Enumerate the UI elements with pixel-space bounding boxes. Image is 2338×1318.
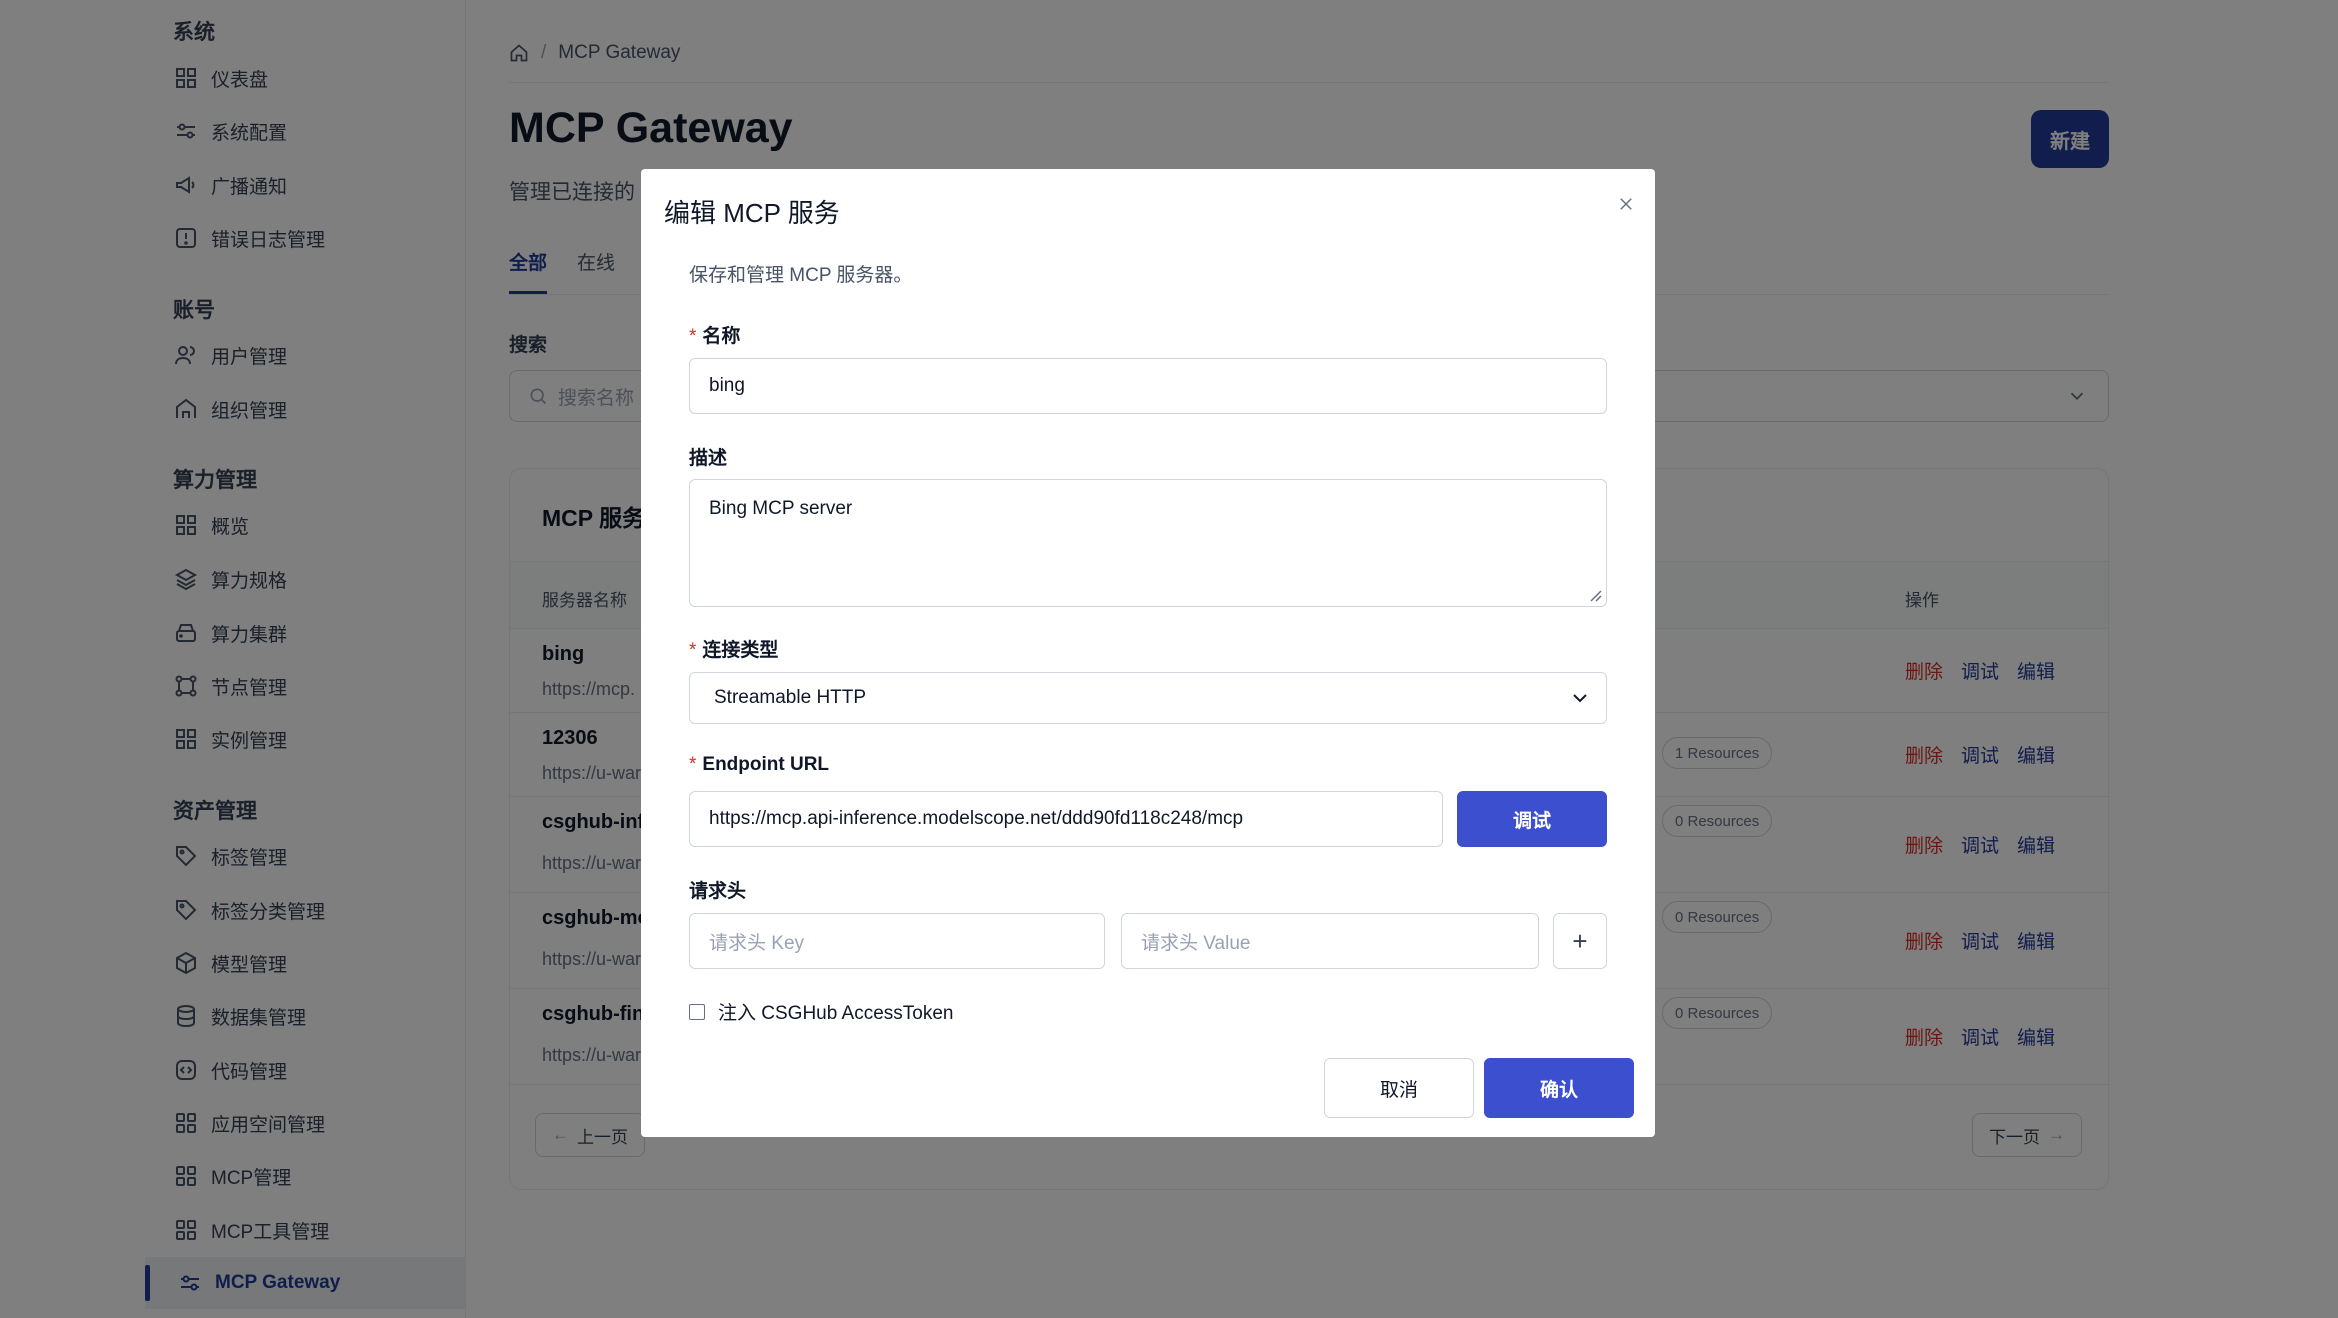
edit-mcp-service-dialog: 编辑 MCP 服务 保存和管理 MCP 服务器。 * 名称 bing 描述 Bin… xyxy=(641,169,1655,1137)
header-value-placeholder: 请求头 Value xyxy=(1141,932,1251,954)
request-headers-label: 请求头 xyxy=(689,881,747,902)
chevron-down-icon xyxy=(1568,686,1592,710)
description-textarea[interactable]: Bing MCP server xyxy=(689,479,1607,607)
dialog-description: 保存和管理 MCP 服务器。 xyxy=(689,265,913,286)
connection-type-value: Streamable HTTP xyxy=(714,687,867,708)
endpoint-url-field[interactable]: https://mcp.api-inference.modelscope.net… xyxy=(689,791,1443,847)
required-mark: * xyxy=(689,326,697,347)
name-field[interactable]: bing xyxy=(689,358,1607,414)
name-label: * 名称 xyxy=(689,321,740,348)
connection-type-label-text: 连接类型 xyxy=(702,640,779,661)
add-header-button[interactable]: + xyxy=(1553,913,1607,969)
inject-token-label: 注入 CSGHub AccessToken xyxy=(718,1003,954,1024)
required-mark: * xyxy=(689,640,697,661)
resize-grip-icon[interactable] xyxy=(1588,588,1602,602)
debug-button[interactable]: 调试 xyxy=(1457,791,1607,847)
name-label-text: 名称 xyxy=(702,326,741,347)
required-mark: * xyxy=(689,754,697,775)
dialog-title: 编辑 MCP 服务 xyxy=(664,198,840,228)
endpoint-url-label: * Endpoint URL xyxy=(689,754,829,776)
header-value-field[interactable]: 请求头 Value xyxy=(1121,913,1539,969)
endpoint-url-label-text: Endpoint URL xyxy=(702,754,830,775)
endpoint-url-value: https://mcp.api-inference.modelscope.net… xyxy=(709,808,1244,829)
inject-token-option: 注入 CSGHub AccessToken xyxy=(689,998,953,1025)
connection-type-select[interactable]: Streamable HTTP xyxy=(689,672,1607,724)
header-key-placeholder: 请求头 Key xyxy=(709,932,805,954)
header-key-field[interactable]: 请求头 Key xyxy=(689,913,1105,969)
description-label: 描述 xyxy=(689,448,728,469)
connection-type-label: * 连接类型 xyxy=(689,635,778,662)
close-icon[interactable] xyxy=(1611,189,1641,219)
inject-token-checkbox[interactable] xyxy=(689,1003,705,1020)
confirm-button[interactable]: 确认 xyxy=(1484,1058,1634,1118)
description-value: Bing MCP server xyxy=(709,498,853,519)
cancel-button[interactable]: 取消 xyxy=(1324,1058,1474,1118)
name-value: bing xyxy=(709,375,745,396)
